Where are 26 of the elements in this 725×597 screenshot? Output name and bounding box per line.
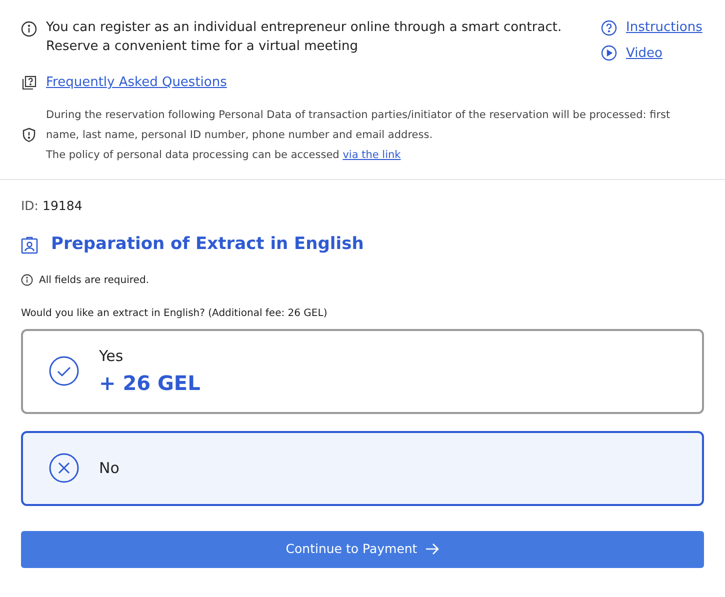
faq-icon	[21, 74, 37, 91]
notice-text: You can register as an individual entrepreneur online through a smart contract. Reserve a convenient time for a virtual meeting	[46, 19, 563, 56]
privacy-text: During the reservation following Personal Data of transaction parties/initiator of the reservation will be processed: first name, last name, personal ID number, phone number and email address.	[46, 108, 672, 142]
link[interactable]: Instructions	[626, 18, 702, 38]
policy-text: The policy of personal data processing can be accessed via the link	[46, 148, 402, 162]
info-icon	[21, 21, 37, 37]
required-note: All fields are required.	[39, 274, 149, 288]
question-text: Would you like an extract in English? (Additional fee: 26 GEL)	[21, 306, 328, 321]
section-title: Preparation of Extract in English	[51, 233, 364, 256]
id-badge-icon	[21, 236, 38, 254]
policy-link[interactable]: via the link	[342, 148, 401, 160]
id-label: ID:	[21, 196, 39, 214]
check-circle-icon	[49, 356, 79, 386]
arrow-right-icon	[425, 543, 440, 556]
link[interactable]: Video	[626, 44, 662, 63]
option-card[interactable]: Yes + 26 GEL	[21, 328, 704, 414]
faq-link[interactable]: Frequently Asked Questions	[46, 73, 227, 92]
x-circle-icon	[49, 453, 79, 484]
id-value: 19184	[42, 196, 82, 214]
shield-icon	[21, 126, 37, 142]
help-icon	[601, 20, 617, 36]
continue-button[interactable]: Continue to Payment	[21, 530, 704, 568]
price-text: + 26 GEL	[99, 370, 200, 396]
option-card[interactable]: No	[21, 430, 704, 506]
play-icon	[601, 45, 617, 62]
info-icon	[21, 274, 33, 286]
